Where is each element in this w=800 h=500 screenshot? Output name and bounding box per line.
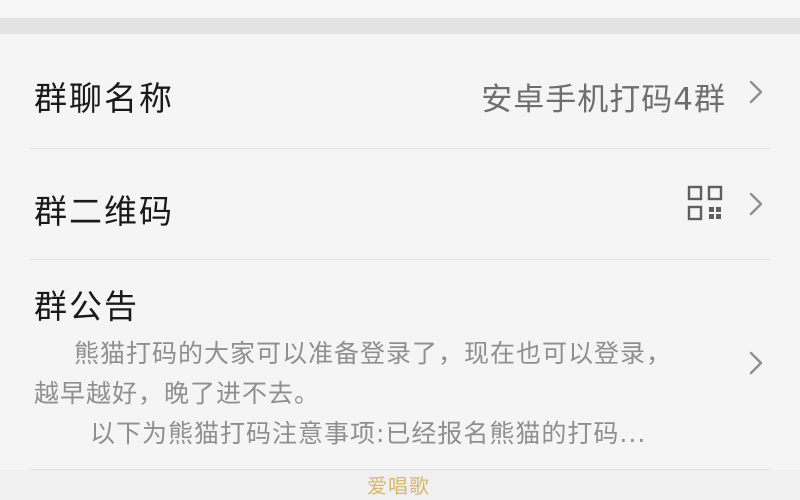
group-name-row[interactable]: 群聊名称 安卓手机打码4群 xyxy=(0,34,800,148)
chevron-right-icon xyxy=(749,351,763,375)
group-qr-row[interactable]: 群二维码 xyxy=(0,149,800,259)
group-notice-row[interactable]: 群公告 熊猫打码的大家可以准备登录了，现在也可以登录， 越早越好，晚了进不去。 … xyxy=(0,260,800,470)
chevron-right-icon xyxy=(749,80,763,104)
notice-line-1: 熊猫打码的大家可以准备登录了，现在也可以登录， xyxy=(74,339,673,368)
qr-code-icon xyxy=(687,185,723,221)
group-settings-screen: 群聊名称 安卓手机打码4群 群二维码 群公告 熊猫打码的大家可以准备登录了，现在… xyxy=(0,0,800,500)
group-notice-label: 群公告 xyxy=(34,287,139,326)
group-name-label: 群聊名称 xyxy=(34,79,174,118)
watermark: 爱唱歌 xyxy=(367,474,430,498)
notice-line-3: 以下为熊猫打码注意事项:已经报名熊猫的打码... xyxy=(90,419,647,448)
section-separator xyxy=(0,18,800,34)
chevron-right-icon xyxy=(749,192,763,216)
notice-line-2: 越早越好，晚了进不去。 xyxy=(34,379,321,408)
group-notice-content: 熊猫打码的大家可以准备登录了，现在也可以登录， 越早越好，晚了进不去。 以下为熊… xyxy=(34,334,734,454)
group-qr-label: 群二维码 xyxy=(34,192,174,231)
group-name-value: 安卓手机打码4群 xyxy=(481,82,726,118)
